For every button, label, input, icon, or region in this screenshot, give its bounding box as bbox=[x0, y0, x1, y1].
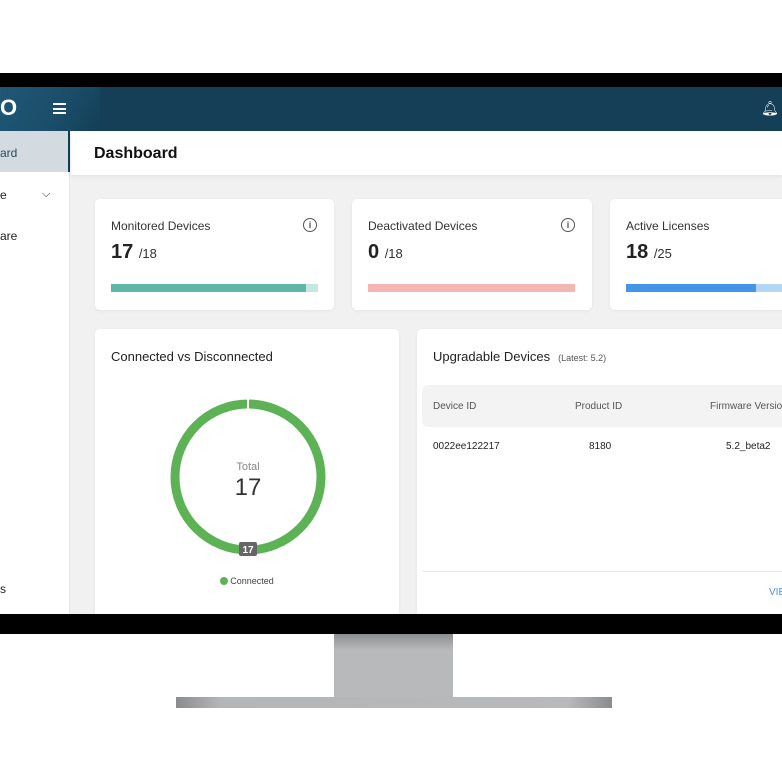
progress-fill bbox=[111, 284, 307, 292]
stat-value: 17 /18 bbox=[111, 241, 157, 264]
table-header: Device ID Product ID Firmware Versio bbox=[422, 385, 782, 427]
stat-card-deactivated: Deactivated Devices i 0 /18 bbox=[352, 199, 592, 310]
chevron-down-icon[interactable]: ⌵ bbox=[42, 188, 50, 201]
divider bbox=[422, 571, 782, 572]
chart-legend: Connected bbox=[95, 576, 399, 586]
upgradable-devices-card: Upgradable Devices (Latest: 5.2) Device I… bbox=[417, 329, 782, 614]
page-title: Dashboard bbox=[94, 145, 178, 162]
info-icon[interactable]: i bbox=[561, 218, 575, 232]
segment-value-label: 17 bbox=[242, 545, 254, 556]
stat-card-monitored: Monitored Devices i 17 /18 bbox=[95, 199, 334, 310]
info-icon[interactable]: i bbox=[303, 218, 317, 232]
sidebar-item-dashboard[interactable]: ard bbox=[0, 131, 70, 172]
donut-chart: Total 17 17 bbox=[170, 399, 326, 556]
monitor-stand-base bbox=[176, 697, 612, 708]
stat-card-licenses: Active Licenses 18 /25 bbox=[610, 199, 782, 310]
monitor-stand-neck bbox=[334, 634, 453, 697]
stat-value: 0 /18 bbox=[368, 241, 403, 264]
stat-label: Deactivated Devices bbox=[368, 219, 478, 233]
legend-dot bbox=[220, 577, 229, 585]
connection-chart-card: Connected vs Disconnected Total 17 17 Co… bbox=[95, 329, 399, 614]
hamburger-icon[interactable] bbox=[53, 103, 66, 114]
sidebar-item-2[interactable]: e bbox=[0, 188, 7, 202]
column-header-firmware[interactable]: Firmware Versio bbox=[710, 401, 782, 412]
progress-bar bbox=[368, 284, 575, 292]
cell-product-id: 8180 bbox=[589, 441, 612, 452]
stat-label: Monitored Devices bbox=[111, 219, 211, 233]
top-bar: O 🔔︎ bbox=[0, 87, 782, 131]
sidebar-item-3[interactable]: are bbox=[0, 229, 17, 243]
progress-bar bbox=[111, 284, 318, 292]
stat-total: /18 bbox=[138, 246, 157, 261]
sidebar-item-4[interactable]: s bbox=[0, 582, 6, 596]
cell-device-id: 0022ee122217 bbox=[433, 441, 500, 452]
card-title: Upgradable Devices (Latest: 5.2) bbox=[433, 349, 606, 364]
monitor-screen: O 🔔︎ ard e ⌵ are s Dashboard Monitored D… bbox=[0, 87, 782, 614]
card-title: Connected vs Disconnected bbox=[111, 349, 273, 364]
latest-version: (Latest: 5.2) bbox=[558, 353, 607, 363]
progress-bar bbox=[626, 284, 782, 292]
stat-label: Active Licenses bbox=[626, 219, 710, 233]
monitor-bezel-top bbox=[0, 73, 782, 87]
donut-center-label: Total bbox=[236, 461, 259, 473]
logo: O bbox=[0, 95, 19, 120]
progress-fill bbox=[626, 284, 756, 292]
donut-center-value: 17 bbox=[235, 474, 262, 501]
view-all-link[interactable]: VIE bbox=[769, 587, 782, 598]
stat-count: 0 bbox=[368, 241, 380, 263]
stat-count: 17 bbox=[111, 241, 134, 263]
monitor-bezel-bottom bbox=[0, 614, 782, 634]
card-title-text: Upgradable Devices bbox=[433, 349, 551, 364]
stat-value: 18 /25 bbox=[626, 241, 672, 264]
content-header: Dashboard bbox=[71, 131, 782, 175]
sidebar: ard e ⌵ are s bbox=[0, 131, 70, 614]
bell-icon[interactable]: 🔔︎ bbox=[761, 100, 779, 117]
column-header-product-id[interactable]: Product ID bbox=[575, 401, 622, 412]
cell-firmware: 5.2_beta2 bbox=[726, 441, 771, 452]
stat-total: /25 bbox=[653, 246, 672, 261]
stat-total: /18 bbox=[384, 246, 403, 261]
column-header-device-id[interactable]: Device ID bbox=[433, 401, 476, 412]
legend-label[interactable]: Connected bbox=[230, 576, 274, 586]
stat-count: 18 bbox=[626, 241, 649, 263]
